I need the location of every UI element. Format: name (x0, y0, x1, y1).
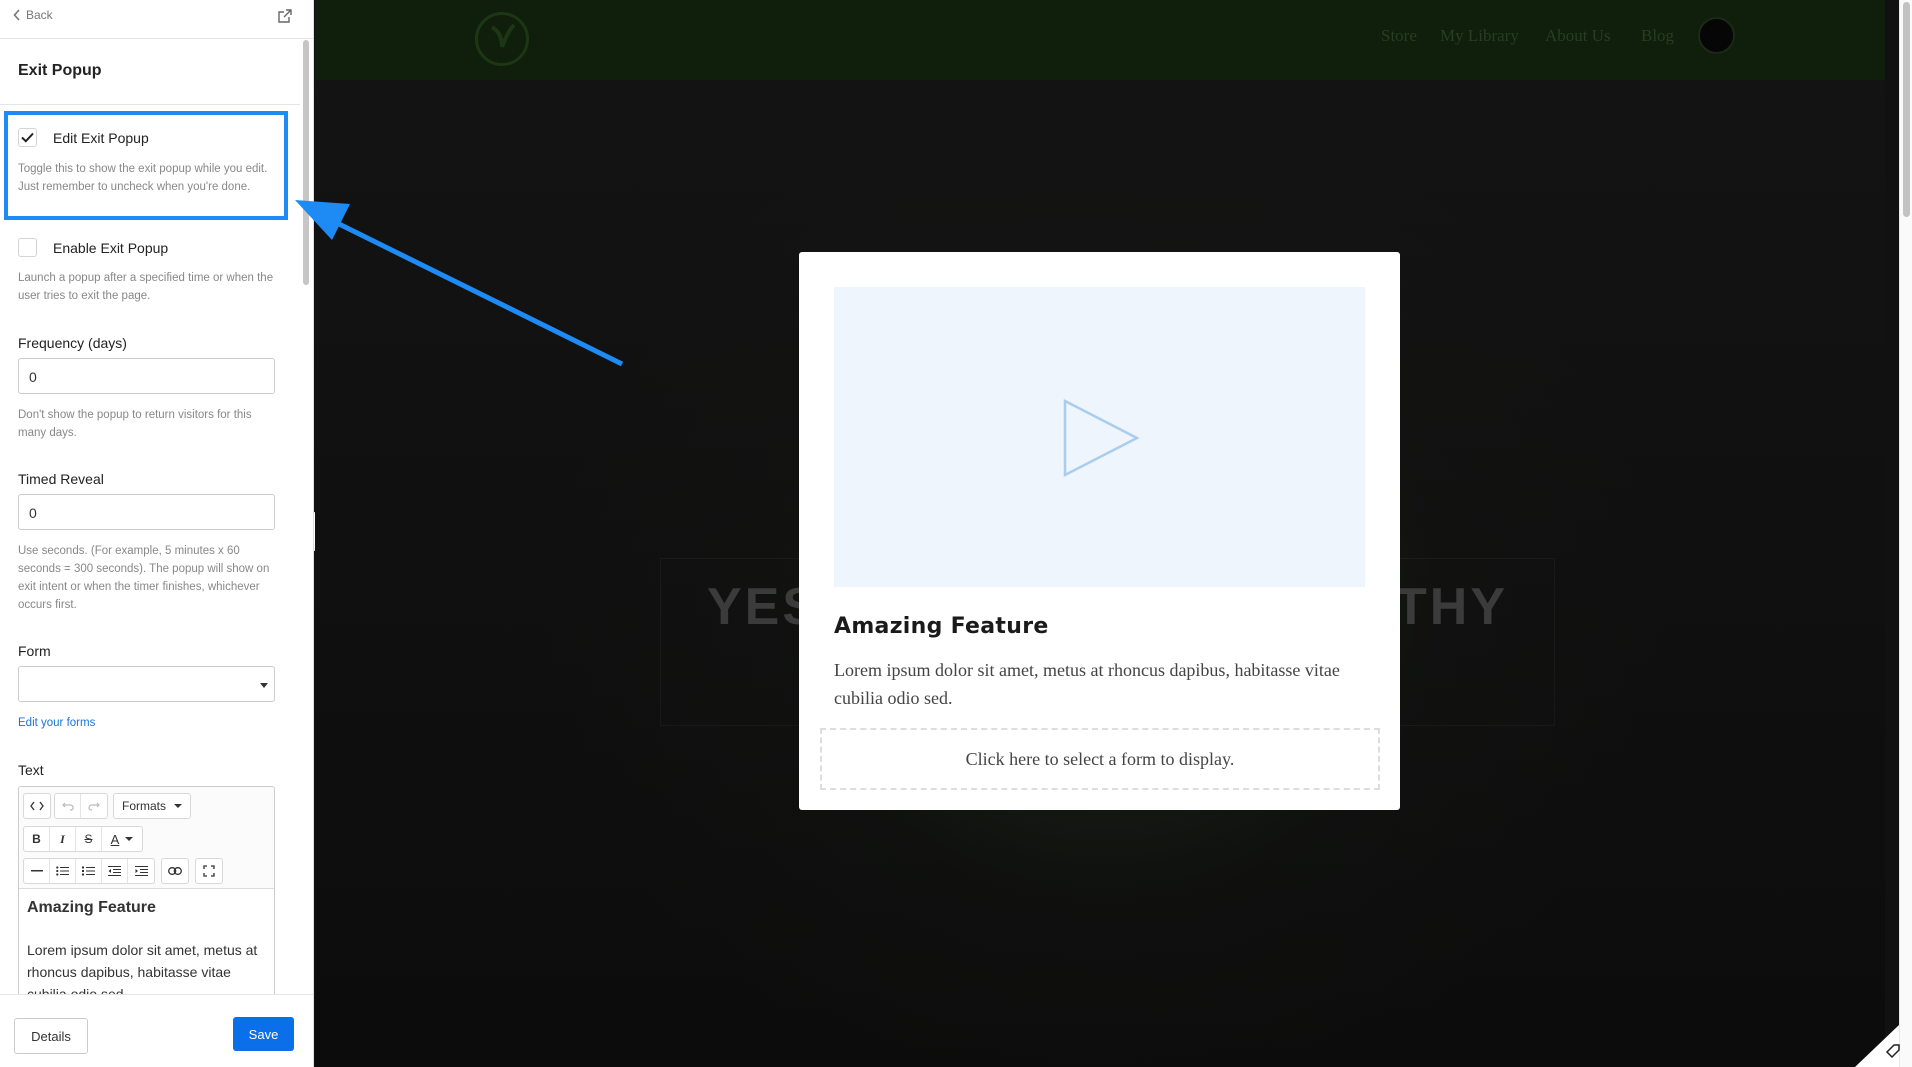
formats-label: Formats (122, 799, 167, 813)
panel-title: Exit Popup (18, 62, 102, 79)
nav-my-library[interactable]: My Library (1440, 26, 1519, 46)
toolbar-group-link (161, 858, 189, 884)
rich-text-editor[interactable]: Formats B I S A Amazing Feature Lorem ip… (18, 786, 275, 996)
horizontal-rule-icon (30, 870, 43, 872)
external-link-icon[interactable] (277, 8, 293, 24)
back-label: Back (26, 8, 53, 22)
avatar[interactable] (1698, 17, 1735, 54)
frequency-label: Frequency (days) (18, 335, 127, 351)
form-select[interactable] (18, 666, 275, 702)
enable-exit-popup-checkbox[interactable] (18, 238, 37, 257)
toolbar-group-formats: Formats (113, 793, 191, 819)
insert-link-button[interactable] (162, 859, 188, 883)
toolbar-group-source (23, 793, 51, 819)
sidebar-scroll-thumb[interactable] (303, 40, 309, 285)
toolbar-group-history (54, 793, 108, 819)
timed-reveal-help: Use seconds. (For example, 5 minutes x 6… (18, 545, 270, 611)
site-header: Store My Library About Us Blog (315, 0, 1885, 80)
tag-icon[interactable] (1885, 1043, 1901, 1059)
outdent-button[interactable] (102, 859, 128, 883)
caret-down-icon (125, 837, 134, 841)
strikethrough-icon: S (84, 832, 93, 846)
undo-button[interactable] (55, 794, 81, 818)
bullet-list-icon (56, 866, 69, 876)
sidebar-scrollbar[interactable] (302, 40, 310, 990)
video-placeholder[interactable] (834, 287, 1365, 587)
enable-exit-popup-label: Enable Exit Popup (53, 239, 169, 256)
toolbar-group-style: B I S A (23, 826, 143, 852)
frequency-input[interactable]: 0 (18, 358, 275, 394)
back-link[interactable]: Back (13, 8, 53, 22)
form-label: Form (18, 643, 51, 659)
bold-icon: B (32, 832, 41, 846)
editor-heading: Amazing Feature (27, 899, 156, 916)
enable-exit-popup-row: Enable Exit Popup (18, 238, 168, 257)
strikethrough-button[interactable]: S (76, 827, 102, 851)
italic-icon: I (60, 831, 65, 846)
sidebar-topbar: Back (0, 0, 313, 39)
italic-button[interactable]: I (50, 827, 76, 851)
code-icon (30, 801, 44, 811)
chevron-left-icon (13, 9, 20, 21)
enable-exit-popup-help: Launch a popup after a specified time or… (18, 272, 274, 302)
details-button[interactable]: Details (14, 1018, 88, 1054)
fullscreen-icon (203, 865, 215, 877)
toolbar-group-fullscreen (195, 858, 223, 884)
save-button[interactable]: Save (233, 1017, 294, 1051)
text-color-icon: A (110, 831, 120, 847)
editor-content[interactable]: Amazing Feature Lorem ipsum dolor sit am… (27, 899, 267, 996)
edit-forms-link[interactable]: Edit your forms (18, 717, 95, 729)
timed-reveal-label: Timed Reveal (18, 471, 104, 487)
text-label: Text (18, 762, 44, 778)
toolbar-group-blocks (23, 858, 155, 884)
popup-heading: Amazing Feature (834, 614, 1049, 639)
redo-icon (88, 802, 100, 811)
bold-button[interactable]: B (24, 827, 50, 851)
text-color-button[interactable]: A (102, 827, 142, 851)
annotation-highlight-box (4, 111, 288, 220)
leaf-logo-icon (490, 23, 516, 48)
indent-button[interactable] (128, 859, 154, 883)
editor-body: Lorem ipsum dolor sit amet, metus at rho… (27, 942, 258, 996)
divider (0, 104, 300, 105)
redo-button[interactable] (81, 794, 107, 818)
nav-blog[interactable]: Blog (1641, 26, 1674, 46)
caret-down-icon (260, 683, 268, 688)
horizontal-rule-button[interactable] (24, 859, 50, 883)
play-icon (1063, 398, 1140, 478)
timed-reveal-input[interactable]: 0 (18, 494, 275, 530)
nav-store[interactable]: Store (1381, 26, 1417, 46)
link-icon (168, 867, 182, 875)
sidebar-footer: Details Save (0, 994, 313, 1067)
fullscreen-button[interactable] (196, 859, 222, 883)
indent-icon (134, 866, 148, 876)
formats-dropdown[interactable]: Formats (114, 794, 190, 818)
editor-toolbar: Formats B I S A (19, 787, 274, 889)
source-code-button[interactable] (24, 794, 50, 818)
caret-down-icon (174, 804, 182, 808)
settings-sidebar: Back Exit Popup Edit Exit Popup Toggle t… (0, 0, 314, 1067)
nav-about-us[interactable]: About Us (1545, 26, 1611, 46)
site-logo[interactable] (475, 12, 529, 66)
frequency-help: Don't show the popup to return visitors … (18, 409, 252, 439)
bullet-list-button[interactable] (50, 859, 76, 883)
popup-body: Lorem ipsum dolor sit amet, metus at rho… (834, 660, 1340, 708)
undo-icon (61, 802, 74, 811)
page-scroll-thumb[interactable] (1903, 2, 1910, 217)
numbered-list-icon (82, 866, 95, 876)
exit-popup: Amazing Feature Lorem ipsum dolor sit am… (799, 252, 1400, 810)
select-form-placeholder[interactable]: Click here to select a form to display. (820, 728, 1380, 790)
site-preview: Store My Library About Us Blog YES I WAN… (315, 0, 1885, 1067)
numbered-list-button[interactable] (76, 859, 102, 883)
page-scrollbar[interactable] (1899, 0, 1912, 1067)
outdent-icon (108, 866, 121, 876)
